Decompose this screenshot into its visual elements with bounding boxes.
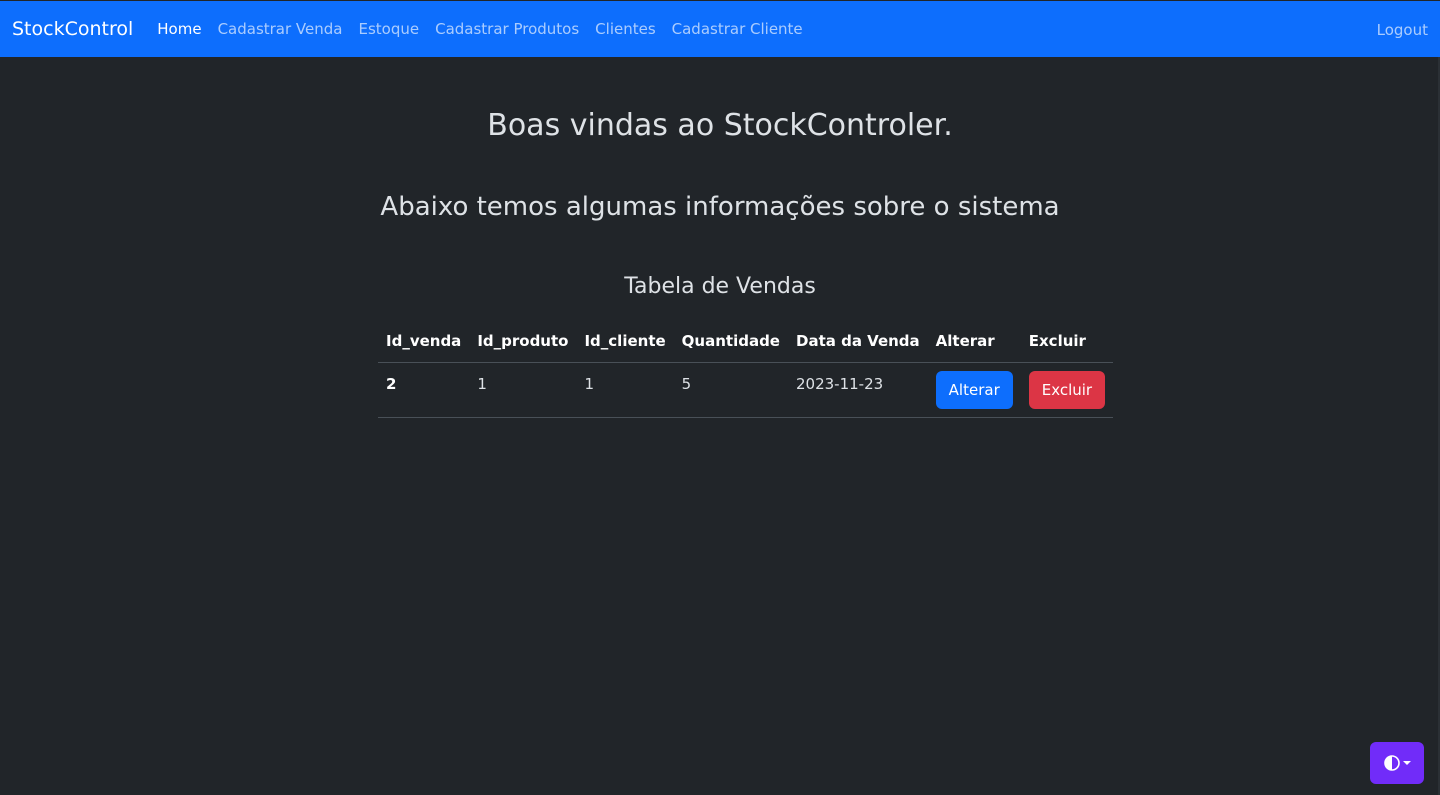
table-row: 2 1 1 5 2023-11-23 Alterar Excluir xyxy=(378,362,1114,418)
cell-data-venda: 2023-11-23 xyxy=(788,362,928,418)
header-excluir: Excluir xyxy=(1020,320,1114,363)
logout-link[interactable]: Logout xyxy=(1369,21,1428,39)
contrast-half-circle-icon xyxy=(1383,755,1400,771)
header-data-venda: Data da Venda xyxy=(788,320,928,363)
cell-id-cliente: 1 xyxy=(576,362,674,418)
welcome-heading: Boas vindas ao StockControler. xyxy=(487,108,953,143)
cell-quantidade: 5 xyxy=(673,362,788,418)
cell-id-produto: 1 xyxy=(469,362,577,418)
subtitle-heading: Abaixo temos algumas informações sobre o… xyxy=(380,192,1060,222)
nav-link-home[interactable]: Home xyxy=(149,20,209,38)
nav-link-cadastrar-produtos[interactable]: Cadastrar Produtos xyxy=(427,20,587,38)
sales-table-title: Tabela de Vendas xyxy=(624,274,816,299)
top-navbar: StockControl Home Cadastrar Venda Estoqu… xyxy=(0,1,1440,57)
brand-logo-link[interactable]: StockControl xyxy=(12,18,133,40)
header-id-produto: Id_produto xyxy=(469,320,577,363)
nav-link-cadastrar-venda[interactable]: Cadastrar Venda xyxy=(210,20,351,38)
nav-link-clientes[interactable]: Clientes xyxy=(587,20,663,38)
table-header-row: Id_venda Id_produto Id_cliente Quantidad… xyxy=(378,320,1114,363)
cell-id-venda: 2 xyxy=(378,362,470,418)
cell-alterar: Alterar xyxy=(927,362,1021,418)
header-id-cliente: Id_cliente xyxy=(576,320,674,363)
cell-excluir: Excluir xyxy=(1020,362,1114,418)
header-quantidade: Quantidade xyxy=(673,320,788,363)
main-content: Boas vindas ao StockControler. Abaixo te… xyxy=(0,57,1440,418)
chevron-down-icon xyxy=(1402,761,1411,765)
nav-link-estoque[interactable]: Estoque xyxy=(350,20,427,38)
nav-links: Home Cadastrar Venda Estoque Cadastrar P… xyxy=(149,20,810,38)
theme-toggle-button[interactable] xyxy=(1370,742,1424,784)
nav-right: Logout xyxy=(1369,20,1428,39)
sales-table-wrapper: Id_venda Id_produto Id_cliente Quantidad… xyxy=(378,320,1114,418)
alterar-button[interactable]: Alterar xyxy=(935,370,1013,409)
excluir-button[interactable]: Excluir xyxy=(1028,370,1106,409)
header-id-venda: Id_venda xyxy=(378,320,470,363)
sales-table: Id_venda Id_produto Id_cliente Quantidad… xyxy=(378,320,1114,418)
nav-link-cadastrar-cliente[interactable]: Cadastrar Cliente xyxy=(664,20,811,38)
header-alterar: Alterar xyxy=(927,320,1021,363)
